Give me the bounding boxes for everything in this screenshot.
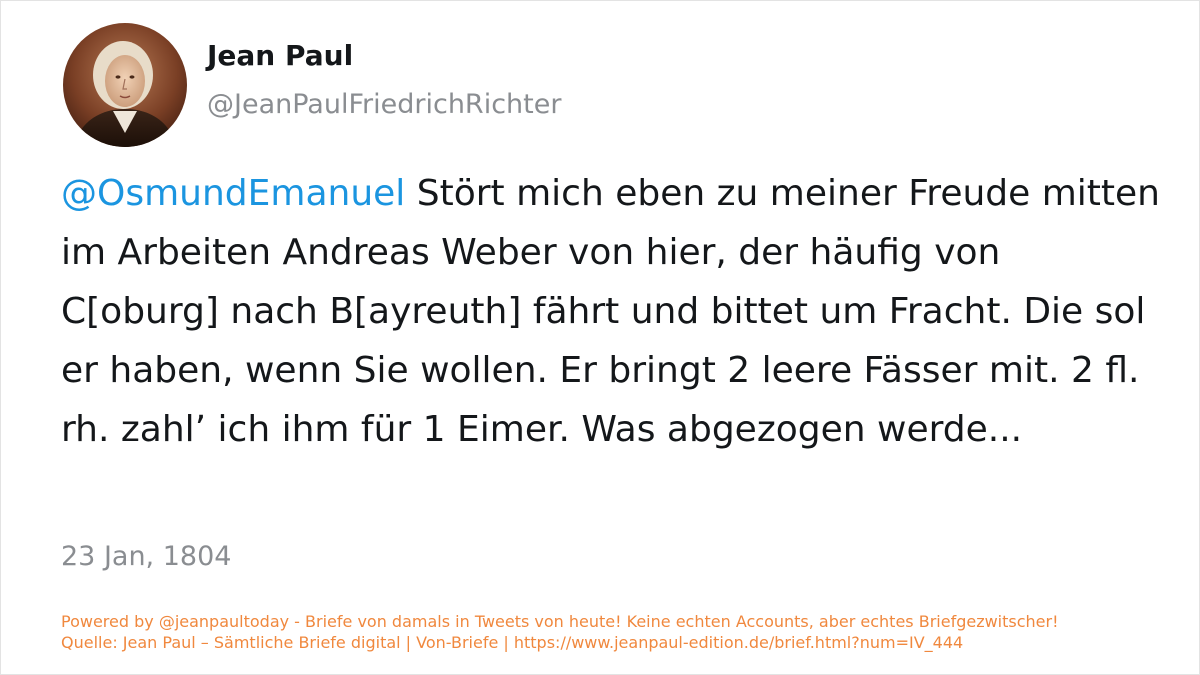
- tweet-date: 23 Jan, 1804: [61, 541, 232, 572]
- display-name[interactable]: Jean Paul: [207, 39, 353, 72]
- source-text: Quelle: Jean Paul – Sämtliche Briefe dig…: [61, 633, 964, 652]
- user-handle[interactable]: @JeanPaulFriedrichRichter: [207, 89, 561, 120]
- tweet-body-text: Stört mich eben zu meiner Freude mitten …: [61, 173, 1160, 450]
- avatar[interactable]: [63, 23, 187, 147]
- powered-by-text: Powered by @jeanpaultoday - Briefe von d…: [61, 612, 1059, 631]
- tweet-text: @OsmundEmanuel Stört mich eben zu meiner…: [61, 164, 1161, 459]
- mention-link[interactable]: @OsmundEmanuel: [61, 173, 405, 214]
- portrait-image: [63, 23, 187, 147]
- tweet-card: Jean Paul @JeanPaulFriedrichRichter @Osm…: [0, 0, 1200, 675]
- footer: Powered by @jeanpaultoday - Briefe von d…: [61, 611, 1059, 653]
